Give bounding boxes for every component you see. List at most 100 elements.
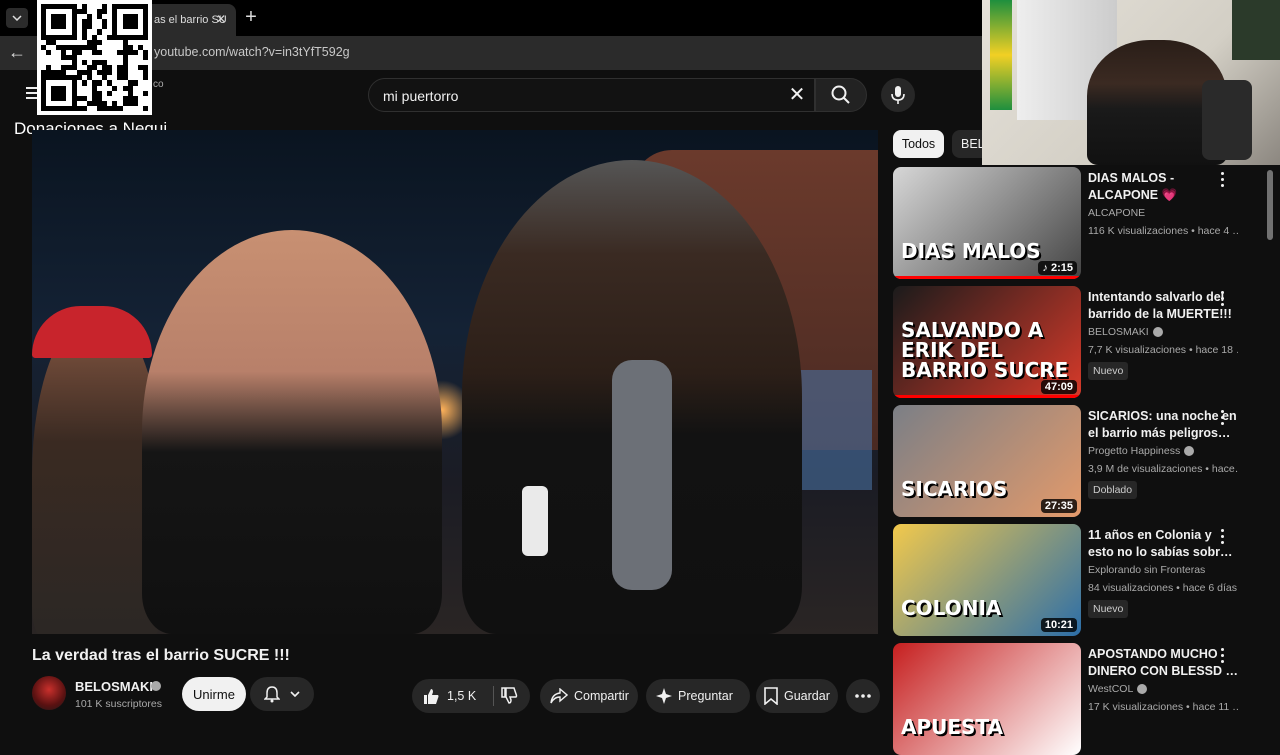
recommendation-views: 3,9 M de visualizaciones • hace… [1088, 463, 1238, 475]
recommendation-item[interactable]: APUESTA APOSTANDO MUCHO DINERO CON BLESSD… [893, 643, 1273, 755]
video-thumbnail[interactable]: SALVANDO A ERIK DEL BARRIO SUCRE 47:09 [893, 286, 1081, 398]
duration-badge: ♪ 2:15 [1038, 261, 1077, 275]
subscriber-count: 101 K suscriptores [75, 698, 162, 710]
recommendation-channel[interactable]: Progetto Happiness [1088, 445, 1195, 457]
video-player[interactable] [32, 130, 878, 634]
more-vertical-icon[interactable] [1219, 172, 1225, 188]
video-thumbnail[interactable]: SICARIOS 27:35 [893, 405, 1081, 517]
thumbnail-text: SICARIOS [901, 477, 1008, 501]
more-horizontal-icon [855, 694, 871, 698]
webcam-overlay [982, 0, 1280, 165]
verified-icon [1152, 327, 1163, 338]
poster [1232, 0, 1280, 60]
more-vertical-icon[interactable] [1219, 410, 1225, 426]
dislike-button[interactable] [500, 687, 518, 708]
channel-name: ALCAPONE [1088, 207, 1146, 219]
recommendation-item[interactable]: COLONIA 10:21 11 años en Colonia y esto no… [893, 524, 1273, 636]
verified-icon [1184, 446, 1195, 457]
share-icon [550, 688, 568, 704]
clear-icon[interactable]: ✕ [786, 84, 808, 106]
recommendation-item[interactable]: DIAS MALOS ♪ 2:15 DIAS MALOS - ALCAPONE 💗 A… [893, 167, 1273, 279]
logo-text[interactable]: co [153, 79, 164, 90]
recommendation-views: 7,7 K visualizaciones • hace 18 … [1088, 344, 1238, 356]
recommendation-title[interactable]: APOSTANDO MUCHO DINERO CON BLESSD … [1088, 646, 1238, 680]
recommendation-title[interactable]: 11 años en Colonia y esto no lo sabías s… [1088, 527, 1238, 561]
save-button[interactable]: Guardar [756, 679, 838, 713]
like-button[interactable] [422, 687, 440, 708]
thumbs-down-icon [501, 687, 518, 704]
status-badge: Nuevo [1088, 362, 1129, 380]
video-thumbnail[interactable]: COLONIA 10:21 [893, 524, 1081, 636]
recommendation-item[interactable]: SALVANDO A ERIK DEL BARRIO SUCRE 47:09 Int… [893, 286, 1273, 398]
thumbnail-text: APUESTA [901, 715, 1004, 739]
microphone-icon [891, 86, 905, 104]
ask-button[interactable]: Preguntar [646, 679, 750, 713]
channel-name[interactable]: BELOSMAKI [75, 679, 153, 694]
divider [493, 686, 494, 706]
status-badge: Nuevo [1088, 600, 1129, 618]
avatar[interactable] [32, 676, 66, 710]
thumbs-up-icon [424, 689, 439, 704]
flag [990, 0, 1012, 110]
channel-name: Progetto Happiness [1088, 445, 1181, 457]
recommendation-item[interactable]: SICARIOS 27:35 SICARIOS: una noche en el b… [893, 405, 1273, 517]
recommendation-views: 17 K visualizaciones • hace 11 … [1088, 701, 1238, 713]
search-query[interactable]: mi puertorro [383, 88, 458, 104]
qr-code [37, 0, 152, 115]
bookmark-icon [764, 687, 778, 705]
bottle [522, 486, 548, 556]
person-center [142, 230, 442, 634]
recommendation-channel[interactable]: Explorando sin Fronteras [1088, 564, 1205, 576]
recommendation-title[interactable]: SICARIOS: una noche en el barrio más pel… [1088, 408, 1238, 442]
search-button[interactable] [815, 78, 867, 112]
new-tab-button[interactable]: + [240, 6, 262, 29]
thumbnail-text: DIAS MALOS [901, 239, 1041, 263]
status-badge: Doblado [1088, 481, 1138, 499]
recommendation-channel[interactable]: BELOSMAKI [1088, 326, 1163, 338]
voice-search-button[interactable] [881, 78, 915, 112]
share-button[interactable]: Compartir [540, 679, 638, 713]
channel-name: WestCOL [1088, 683, 1134, 695]
thumbnail-text: COLONIA [901, 596, 1002, 620]
watch-progress-bar [893, 395, 1081, 398]
chevron-down-icon [12, 15, 22, 21]
like-dislike-group: 1,5 K [412, 679, 530, 713]
recommendation-channel[interactable]: WestCOL [1088, 683, 1148, 695]
back-arrow-icon[interactable]: ← [8, 42, 26, 63]
recommendation-channel[interactable]: ALCAPONE [1088, 207, 1145, 219]
video-title: La verdad tras el barrio SUCRE !!! [32, 647, 290, 664]
like-count: 1,5 K [447, 689, 477, 703]
recommendation-views: 116 K visualizaciones • hace 4 … [1088, 225, 1238, 237]
browser-tab[interactable]: as el barrio SU ✕ [140, 4, 236, 36]
video-thumbnail[interactable]: DIAS MALOS ♪ 2:15 [893, 167, 1081, 279]
notifications-button[interactable] [250, 677, 314, 711]
more-vertical-icon[interactable] [1219, 291, 1225, 307]
watch-progress-bar [893, 276, 1081, 279]
sparkle-icon [656, 688, 672, 704]
more-vertical-icon[interactable] [1219, 529, 1225, 545]
save-label: Guardar [784, 689, 830, 703]
chip-all[interactable]: Todos [893, 130, 944, 158]
more-vertical-icon[interactable] [1219, 648, 1225, 664]
join-button[interactable]: Unirme [182, 677, 246, 711]
more-actions-button[interactable] [846, 679, 880, 713]
video-thumbnail[interactable]: APUESTA [893, 643, 1081, 755]
search-input[interactable]: mi puertorro ✕ [368, 78, 815, 112]
qr-code-image [41, 4, 148, 111]
verified-icon [151, 681, 161, 691]
recommendation-title[interactable]: DIAS MALOS - ALCAPONE 💗 [1088, 170, 1238, 204]
url-field[interactable]: youtube.com/watch?v=in3tYfT592g [154, 45, 350, 59]
recommendation-title[interactable]: Intentando salvarlo del barrido de la MU… [1088, 289, 1238, 323]
duration-badge: 10:21 [1040, 618, 1077, 632]
channel-name: Explorando sin Fronteras [1088, 564, 1206, 576]
duration-badge: 27:35 [1040, 499, 1077, 513]
scrollbar[interactable] [1267, 170, 1273, 240]
recommendation-views: 84 visualizaciones • hace 6 días [1088, 582, 1238, 594]
search-icon [831, 85, 850, 104]
tab-search-button[interactable] [6, 8, 28, 28]
backpack-strap [612, 360, 672, 590]
share-label: Compartir [574, 689, 629, 703]
close-icon[interactable]: ✕ [216, 12, 226, 26]
verified-icon [1137, 684, 1148, 695]
red-cap [32, 306, 152, 358]
